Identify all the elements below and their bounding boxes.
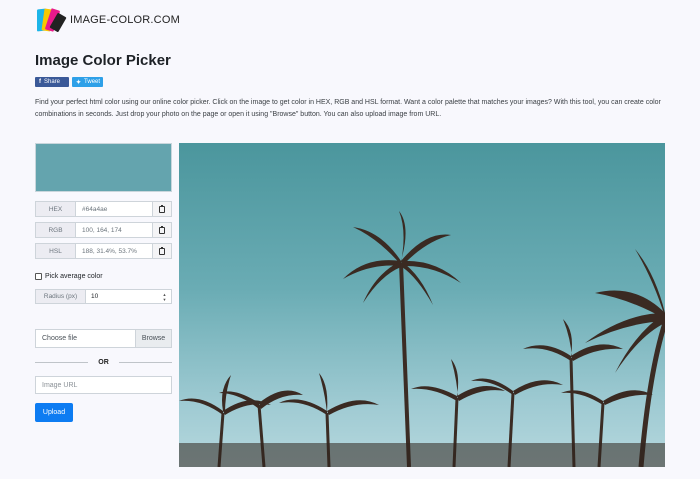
rgb-field[interactable]: 100, 164, 174 bbox=[76, 223, 152, 237]
browse-button[interactable]: Browse bbox=[135, 330, 171, 347]
color-swatch bbox=[35, 143, 172, 192]
twitter-share-label: Tweet bbox=[84, 79, 101, 85]
rgb-label: RGB bbox=[36, 223, 76, 237]
average-color-option: Pick average color bbox=[35, 273, 103, 280]
facebook-icon: f bbox=[39, 79, 41, 85]
site-header: IMAGE-COLOR.COM bbox=[36, 8, 180, 33]
file-picker: Choose file Browse bbox=[35, 329, 172, 348]
page-description: Find your perfect html color using our o… bbox=[35, 99, 661, 118]
copy-rgb-button[interactable] bbox=[152, 223, 171, 237]
share-buttons: f Share ✦ Tweet bbox=[35, 77, 103, 87]
palm-trees-image[interactable] bbox=[179, 143, 665, 467]
facebook-share-label: Share bbox=[44, 79, 61, 85]
or-divider: OR bbox=[35, 357, 172, 367]
twitter-icon: ✦ bbox=[76, 79, 82, 86]
rgb-row: RGB 100, 164, 174 bbox=[35, 222, 172, 238]
hsl-row: HSL 188, 31.4%, 53.7% bbox=[35, 243, 172, 259]
hex-label: HEX bbox=[36, 202, 76, 216]
copy-hsl-button[interactable] bbox=[152, 244, 171, 258]
upload-button[interactable]: Upload bbox=[35, 403, 73, 422]
clipboard-icon bbox=[159, 246, 165, 255]
or-label: OR bbox=[98, 358, 109, 366]
stepper-down-icon[interactable]: ▼ bbox=[163, 297, 167, 302]
radius-row: Radius (px) 10 ▲ ▼ bbox=[35, 289, 172, 304]
page-title: Image Color Picker bbox=[35, 52, 171, 69]
hsl-label: HSL bbox=[36, 244, 76, 258]
copy-hex-button[interactable] bbox=[152, 202, 171, 216]
image-url-input[interactable]: Image URL bbox=[35, 376, 172, 394]
average-color-label[interactable]: Pick average color bbox=[45, 273, 103, 280]
facebook-share-button[interactable]: f Share bbox=[35, 77, 69, 87]
logo-icon[interactable] bbox=[36, 8, 67, 33]
radius-input[interactable]: 10 bbox=[86, 290, 160, 303]
radius-stepper[interactable]: ▲ ▼ bbox=[160, 290, 169, 303]
hex-field[interactable]: #64a4ae bbox=[76, 202, 152, 216]
hex-row: HEX #64a4ae bbox=[35, 201, 172, 217]
clipboard-icon bbox=[159, 225, 165, 234]
average-color-checkbox[interactable] bbox=[35, 273, 42, 280]
hsl-field[interactable]: 188, 31.4%, 53.7% bbox=[76, 244, 152, 258]
radius-label: Radius (px) bbox=[36, 290, 86, 303]
file-input[interactable]: Choose file bbox=[36, 330, 135, 347]
twitter-share-button[interactable]: ✦ Tweet bbox=[72, 77, 103, 87]
site-name[interactable]: IMAGE-COLOR.COM bbox=[70, 14, 180, 26]
clipboard-icon bbox=[159, 204, 165, 213]
